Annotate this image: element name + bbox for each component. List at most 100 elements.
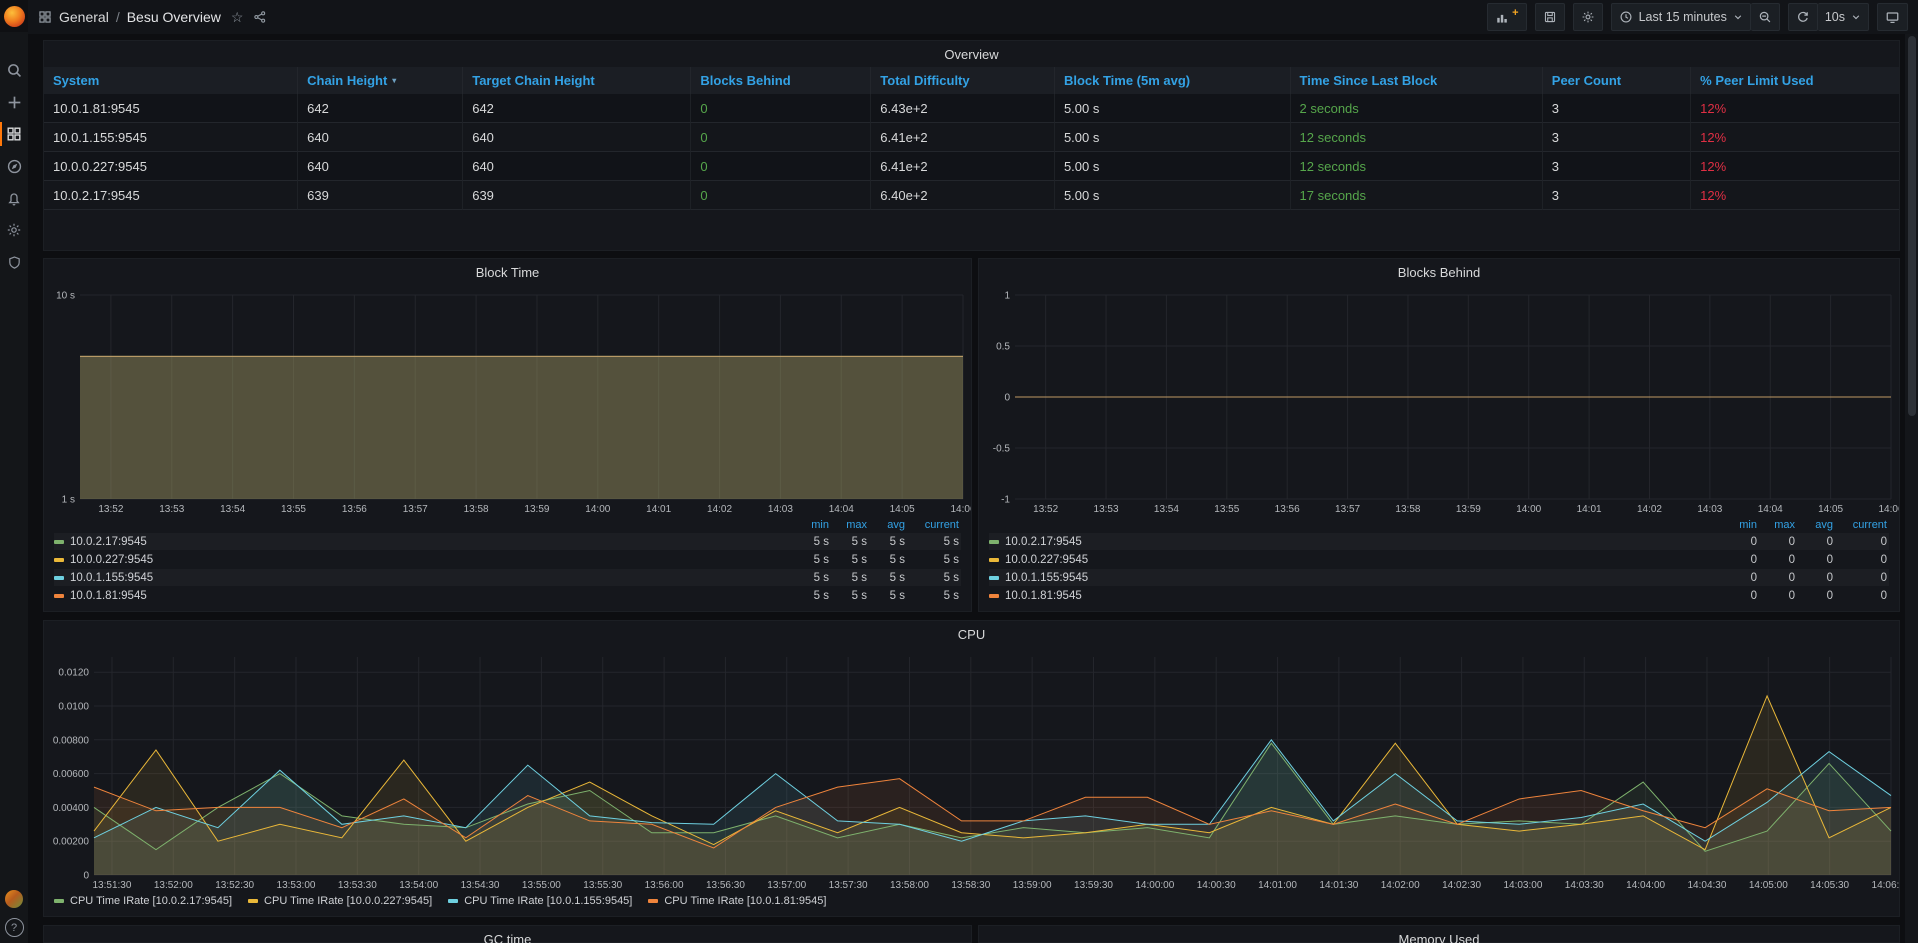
breadcrumb-section[interactable]: General (59, 9, 109, 25)
panel-cpu: CPU 13:51:3013:52:0013:52:3013:53:0013:5… (43, 620, 1900, 917)
legend-stat-value: 0 (1833, 536, 1887, 548)
legend-item[interactable]: CPU Time IRate [10.0.2.17:9545] (54, 895, 232, 907)
blocks-behind-legend: minmaxavgcurrent10.0.2.17:9545000010.0.0… (979, 517, 1899, 605)
share-icon[interactable] (253, 10, 267, 24)
sidebar-item-server-admin[interactable] (0, 246, 28, 278)
column-header-blocks-behind[interactable]: Blocks Behind (691, 67, 871, 94)
legend-swatch-icon[interactable] (989, 594, 999, 598)
blocks-behind-chart[interactable]: 13:5213:5313:5413:5513:5613:5713:5813:59… (979, 285, 1899, 517)
panel-title-blocks-behind[interactable]: Blocks Behind (979, 259, 1899, 285)
sidebar-item-explore[interactable] (0, 150, 28, 182)
legend-stat-value: 0 (1833, 590, 1887, 602)
column-header-block-time-5m-avg-[interactable]: Block Time (5m avg) (1055, 67, 1291, 94)
column-header-peer-count[interactable]: Peer Count (1543, 67, 1691, 94)
x-axis-label: 14:02 (1637, 504, 1662, 515)
sidebar-item-dashboards[interactable] (0, 118, 28, 150)
legend-swatch-icon[interactable] (248, 899, 258, 903)
breadcrumb: General / Besu Overview (38, 9, 221, 25)
legend-item[interactable]: CPU Time IRate [10.0.0.227:9545] (248, 895, 432, 907)
sidebar-item-create[interactable] (0, 86, 28, 118)
legend-swatch-icon[interactable] (448, 899, 458, 903)
x-axis-label: 13:56:30 (706, 880, 745, 891)
overview-table-header: SystemChain Height▾Target Chain HeightBl… (44, 67, 1899, 94)
legend-swatch-icon[interactable] (989, 576, 999, 580)
legend-swatch-icon[interactable] (54, 594, 64, 598)
legend-series-name[interactable]: 10.0.1.155:9545 (54, 572, 789, 584)
legend-item[interactable]: CPU Time IRate [10.0.1.155:9545] (448, 895, 632, 907)
sidebar-item-search[interactable] (0, 54, 28, 86)
panel-title-block-time[interactable]: Block Time (44, 259, 971, 285)
dashboard-title[interactable]: Besu Overview (127, 9, 221, 25)
legend-swatch-icon[interactable] (54, 899, 64, 903)
table-cell: 640 (298, 123, 463, 152)
time-range-label: Last 15 minutes (1639, 10, 1727, 24)
user-avatar[interactable] (5, 890, 23, 908)
column-header--peer-limit-used[interactable]: % Peer Limit Used (1691, 67, 1899, 94)
column-header-total-difficulty[interactable]: Total Difficulty (871, 67, 1055, 94)
legend-swatch-icon[interactable] (54, 558, 64, 562)
cpu-chart[interactable]: 13:51:3013:52:0013:52:3013:53:0013:53:30… (44, 647, 1899, 893)
dashboard-settings-button[interactable] (1573, 3, 1603, 31)
save-dashboard-button[interactable] (1535, 3, 1565, 31)
table-cell: 5.00 s (1055, 181, 1291, 210)
column-header-system[interactable]: System (44, 67, 298, 94)
x-axis-label: 13:58 (1395, 504, 1420, 515)
block-time-chart[interactable]: 13:5213:5313:5413:5513:5613:5713:5813:59… (44, 285, 971, 517)
table-cell: 6.40e+2 (871, 181, 1055, 210)
legend-swatch-icon[interactable] (54, 576, 64, 580)
legend-swatch-icon[interactable] (54, 540, 64, 544)
grafana-logo[interactable] (0, 0, 28, 32)
legend-item[interactable]: CPU Time IRate [10.0.1.81:9545] (648, 895, 826, 907)
panel-title-cpu[interactable]: CPU (44, 621, 1899, 647)
legend-stat-current[interactable]: current (905, 519, 959, 531)
legend-swatch-icon[interactable] (989, 540, 999, 544)
refresh-interval-picker[interactable]: 10s (1818, 3, 1869, 31)
legend-stat-max[interactable]: max (1757, 519, 1795, 531)
zoom-out-time-button[interactable] (1751, 3, 1780, 31)
legend-header: minmaxavgcurrent (54, 517, 961, 533)
sidebar-item-alerting[interactable] (0, 182, 28, 214)
column-header-target-chain-height[interactable]: Target Chain Height (463, 67, 691, 94)
clock-icon (1619, 10, 1633, 24)
help-icon[interactable]: ? (5, 918, 24, 937)
legend-series-name[interactable]: 10.0.0.227:9545 (989, 554, 1717, 566)
legend-series-name[interactable]: 10.0.1.81:9545 (54, 590, 789, 602)
refresh-interval-label: 10s (1825, 10, 1845, 24)
legend-series-name[interactable]: 10.0.0.227:9545 (54, 554, 789, 566)
legend-stat-avg[interactable]: avg (1795, 519, 1833, 531)
table-cell: 6.41e+2 (871, 123, 1055, 152)
legend-stat-avg[interactable]: avg (867, 519, 905, 531)
star-icon[interactable]: ☆ (231, 10, 244, 24)
refresh-button[interactable] (1788, 3, 1818, 31)
legend-stat-min[interactable]: min (1717, 519, 1757, 531)
column-header-chain-height[interactable]: Chain Height▾ (298, 67, 463, 94)
navbar: General / Besu Overview ☆ + Last 15 minu… (28, 0, 1918, 34)
sidebar-item-configuration[interactable] (0, 214, 28, 246)
sort-caret-icon: ▾ (392, 76, 396, 85)
panel-title-memory-used[interactable]: Memory Used (979, 926, 1899, 943)
panel-title-gc-time[interactable]: GC time (44, 926, 971, 943)
legend-series-name[interactable]: 10.0.2.17:9545 (54, 536, 789, 548)
panel-title-overview[interactable]: Overview (44, 41, 1899, 67)
cpu-svg: 13:51:3013:52:0013:52:3013:53:0013:53:30… (44, 647, 1899, 893)
dashboard-icon (38, 10, 52, 24)
column-header-time-since-last-block[interactable]: Time Since Last Block (1291, 67, 1543, 94)
legend-stat-value: 5 s (829, 572, 867, 584)
add-panel-button[interactable]: + (1487, 3, 1526, 31)
scrollbar (1905, 34, 1918, 943)
legend-stat-min[interactable]: min (789, 519, 829, 531)
table-cell: 10.0.1.155:9545 (44, 123, 298, 152)
legend-series-name[interactable]: 10.0.1.81:9545 (989, 590, 1717, 602)
cpu-legend: CPU Time IRate [10.0.2.17:9545] CPU Time … (44, 893, 1899, 907)
legend-swatch-icon[interactable] (989, 558, 999, 562)
time-range-picker[interactable]: Last 15 minutes (1611, 3, 1751, 31)
legend-swatch-icon[interactable] (648, 899, 658, 903)
legend-stat-max[interactable]: max (829, 519, 867, 531)
legend-series-name[interactable]: 10.0.2.17:9545 (989, 536, 1717, 548)
table-cell: 12% (1691, 123, 1899, 152)
legend-series-name[interactable]: 10.0.1.155:9545 (989, 572, 1717, 584)
legend-stat-value: 5 s (905, 590, 959, 602)
legend-stat-current[interactable]: current (1833, 519, 1887, 531)
scrollbar-thumb[interactable] (1908, 36, 1916, 416)
kiosk-mode-button[interactable] (1877, 3, 1908, 31)
